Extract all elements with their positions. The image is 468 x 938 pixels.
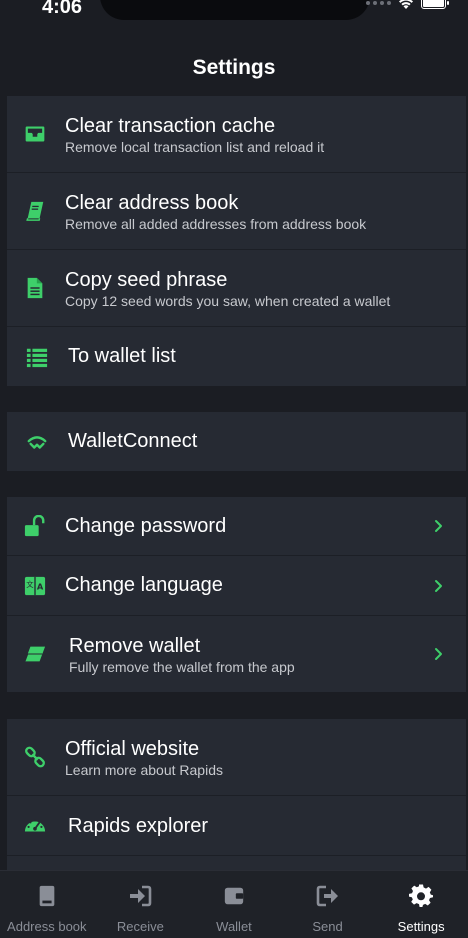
tab-label: Send (312, 919, 343, 934)
tab-label: Address book (7, 919, 87, 934)
book-icon (34, 883, 60, 909)
row-title: Clear address book (65, 192, 239, 214)
receive-icon (127, 883, 153, 909)
bottom-tab-bar: Address book Receive Wallet Send Setting… (0, 870, 468, 938)
status-time: 4:06 (42, 0, 83, 18)
tab-wallet[interactable]: Wallet (187, 871, 281, 938)
row-subtitle: Fully remove the wallet from the app (69, 659, 295, 675)
change-language-row[interactable]: 文A Change language (7, 556, 466, 616)
battery-icon (421, 0, 449, 9)
chevron-right-icon (432, 519, 446, 533)
page-title: Settings (192, 56, 276, 79)
send-icon (315, 883, 341, 909)
tab-label: Settings (397, 919, 445, 934)
row-title: Change password (65, 515, 227, 537)
walletconnect-icon (25, 430, 49, 454)
wallet-icon (221, 883, 247, 909)
tab-label: Wallet (216, 919, 252, 934)
chevron-right-icon (432, 647, 446, 661)
official-website-row[interactable]: Official website Learn more about Rapids (7, 719, 466, 796)
row-title: Clear transaction cache (65, 115, 276, 137)
document-icon (23, 276, 47, 300)
chevron-right-icon (432, 579, 446, 593)
walletconnect-row[interactable]: WalletConnect (7, 412, 466, 471)
tab-send[interactable]: Send (281, 871, 375, 938)
page-header: Settings (0, 40, 468, 96)
row-title: Rapids explorer (68, 815, 209, 837)
language-icon: 文A (23, 574, 47, 598)
tab-settings[interactable]: Settings (374, 871, 468, 938)
row-subtitle: Learn more about Rapids (65, 762, 223, 778)
settings-group-connect: WalletConnect (7, 412, 466, 471)
partial-row (7, 856, 466, 871)
unlock-icon (23, 514, 47, 538)
clear-address-book-row[interactable]: Clear address book Remove all added addr… (7, 173, 466, 250)
row-title: To wallet list (68, 345, 176, 367)
row-subtitle: Remove all added addresses from address … (65, 216, 367, 232)
link-icon (23, 745, 47, 769)
svg-text:文: 文 (26, 579, 34, 588)
settings-group-about: Official website Learn more about Rapids… (7, 719, 466, 871)
status-indicators (366, 0, 449, 10)
status-bar: 4:06 (0, 0, 468, 28)
row-title: Official website (65, 738, 200, 760)
settings-group-data: Clear transaction cache Remove local tra… (7, 96, 466, 386)
clear-transaction-cache-row[interactable]: Clear transaction cache Remove local tra… (7, 96, 466, 173)
remove-wallet-row[interactable]: Remove wallet Fully remove the wallet fr… (7, 616, 466, 692)
rapids-explorer-row[interactable]: Rapids explorer (7, 796, 466, 856)
signal-icon (366, 1, 391, 5)
gear-icon (408, 883, 434, 909)
change-password-row[interactable]: Change password (7, 497, 466, 556)
speedometer-icon (23, 814, 47, 838)
row-title: Copy seed phrase (65, 269, 228, 291)
row-subtitle: Remove local transaction list and reload… (65, 139, 325, 155)
tab-receive[interactable]: Receive (94, 871, 188, 938)
list-icon (25, 345, 49, 369)
settings-group-security: Change password 文A Change language Remov… (7, 497, 466, 692)
inbox-tray-icon (23, 122, 47, 146)
row-subtitle: Copy 12 seed words you saw, when created… (65, 293, 391, 309)
row-title: Change language (65, 574, 223, 596)
to-wallet-list-row[interactable]: To wallet list (7, 327, 466, 386)
row-title: Remove wallet (69, 635, 201, 657)
tab-label: Receive (116, 919, 164, 934)
svg-text:A: A (37, 581, 44, 591)
eraser-icon (23, 642, 47, 666)
copy-seed-phrase-row[interactable]: Copy seed phrase Copy 12 seed words you … (7, 250, 466, 327)
device-notch (100, 0, 370, 20)
row-title: WalletConnect (68, 430, 198, 452)
book-icon (23, 199, 47, 223)
tab-address-book[interactable]: Address book (0, 871, 94, 938)
wifi-icon (399, 0, 413, 9)
